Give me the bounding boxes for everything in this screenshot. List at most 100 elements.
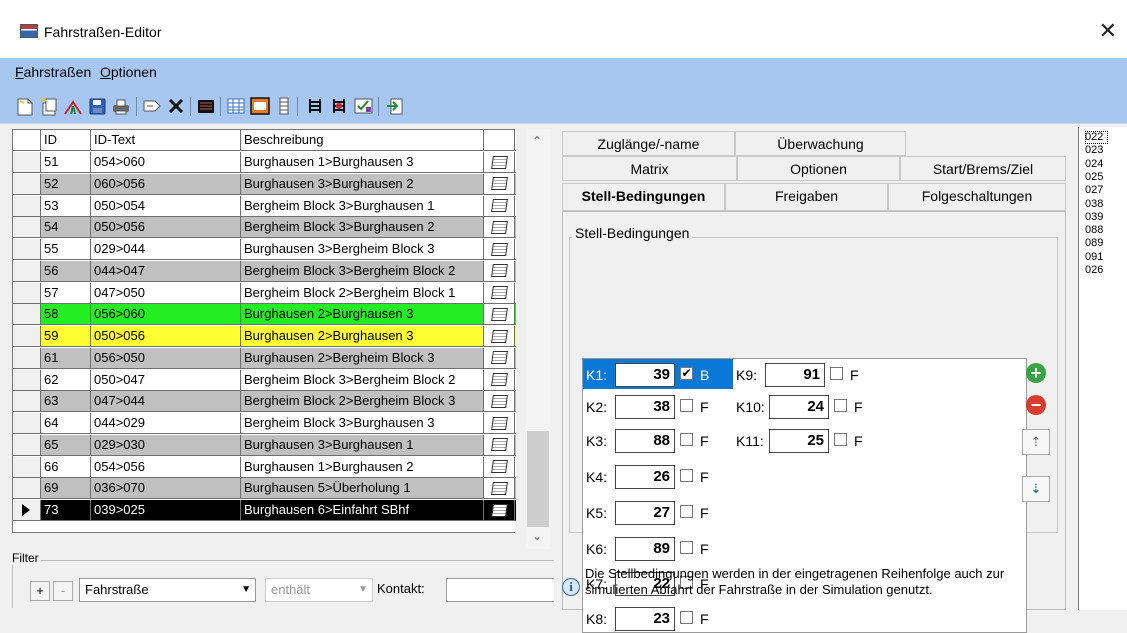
condition-checkbox[interactable]: [680, 611, 693, 624]
table-row[interactable]: 65 029>030 Burghausen 3>Burghausen 1: [13, 434, 516, 456]
condition-checkbox[interactable]: [680, 433, 693, 446]
contact-list-item[interactable]: 091: [1085, 251, 1103, 264]
edit-document-icon[interactable]: [490, 373, 508, 386]
tab-start-brems-ziel[interactable]: Start/Brems/Ziel: [900, 156, 1066, 181]
edit-tag-icon[interactable]: [142, 96, 162, 116]
tab-stell-bedingungen[interactable]: Stell-Bedingungen: [562, 183, 725, 211]
scroll-thumb[interactable]: [527, 431, 549, 527]
single-column-icon[interactable]: [274, 96, 294, 116]
signal-icon[interactable]: [305, 96, 325, 116]
condition-checkbox[interactable]: [680, 399, 693, 412]
condition-checkbox[interactable]: ✔: [680, 367, 693, 380]
contact-list[interactable]: 022 023 024 025 027 038 039 088 089 091 026: [1078, 127, 1127, 610]
route-icon[interactable]: [63, 96, 83, 116]
condition-item[interactable]: K4: 26 F: [583, 461, 733, 491]
menu-fahrstrassen[interactable]: Fahrstraßen: [15, 64, 91, 80]
filter-field-select[interactable]: Fahrstraße ▼: [79, 578, 256, 602]
condition-contact-field[interactable]: 26: [615, 465, 675, 489]
condition-item[interactable]: K10: 24 F: [733, 391, 883, 421]
edit-document-icon[interactable]: [490, 481, 508, 495]
edit-document-icon[interactable]: [490, 416, 508, 430]
table-row[interactable]: 69 036>070 Burghausen 5>Überholung 1: [13, 478, 516, 500]
condition-item[interactable]: K9: 91 F: [733, 359, 883, 389]
checklist-icon[interactable]: [353, 96, 373, 116]
tab-ueberwachung[interactable]: Überwachung: [735, 131, 906, 156]
table-row[interactable]: 53 050>054 Bergheim Block 3>Burghausen 1: [13, 195, 516, 217]
contact-list-item[interactable]: 089: [1085, 237, 1103, 250]
edit-document-icon[interactable]: [490, 242, 508, 256]
table-row[interactable]: 54 050>056 Bergheim Block 3>Burghausen 2: [13, 217, 516, 239]
condition-checkbox[interactable]: [680, 469, 693, 482]
table-row[interactable]: 55 029>044 Burghausen 3>Bergheim Block 3: [13, 239, 516, 260]
contact-list-item[interactable]: 088: [1085, 224, 1103, 237]
delete-icon[interactable]: [166, 96, 186, 116]
contact-list-item[interactable]: 025: [1085, 171, 1103, 184]
move-down-button[interactable]: ⇣: [1022, 476, 1050, 502]
table-row[interactable]: 57 047>050 Bergheim Block 2>Bergheim Block…: [13, 282, 516, 304]
condition-item[interactable]: K2: 38 F: [583, 391, 733, 421]
contact-list-item[interactable]: 039: [1085, 211, 1103, 224]
table-row[interactable]: 52 060>056 Burghausen 3>Burghausen 2: [13, 173, 516, 195]
grid-scrollbar[interactable]: ⌃ ⌄: [526, 129, 550, 549]
table-row[interactable]: 73 039>025 Burghausen 6>Einfahrt SBhf: [13, 500, 516, 521]
edit-document-icon[interactable]: [490, 199, 508, 212]
table-row[interactable]: 64 044>029 Bergheim Block 3>Burghausen 3: [13, 413, 516, 434]
condition-contact-field[interactable]: 38: [615, 395, 675, 419]
edit-document-icon[interactable]: [490, 155, 508, 169]
edit-document-icon[interactable]: [490, 503, 508, 517]
detail-icon[interactable]: [250, 96, 270, 116]
condition-item[interactable]: K6: 89 F: [583, 533, 733, 563]
condition-contact-field[interactable]: 24: [769, 395, 829, 419]
tab-matrix[interactable]: Matrix: [562, 156, 737, 181]
move-up-button[interactable]: ⇡: [1022, 429, 1050, 455]
condition-checkbox[interactable]: [834, 433, 847, 446]
tab-folgeschaltungen[interactable]: Folgeschaltungen: [888, 183, 1066, 211]
table-row[interactable]: 62 050>047 Bergheim Block 3>Bergheim Block…: [13, 369, 516, 391]
edit-document-icon[interactable]: [490, 220, 508, 234]
table-row[interactable]: 61 056>050 Burghausen 2>Bergheim Block 3: [13, 347, 516, 369]
table-icon[interactable]: [226, 96, 246, 116]
condition-checkbox[interactable]: [680, 505, 693, 518]
add-filter-button[interactable]: +: [30, 581, 50, 601]
edit-document-icon[interactable]: [490, 307, 508, 321]
print-icon[interactable]: [111, 96, 131, 116]
contact-list-item[interactable]: 023: [1085, 144, 1103, 157]
condition-contact-field[interactable]: 27: [615, 501, 675, 525]
header-description[interactable]: Beschreibung: [241, 130, 484, 150]
condition-item[interactable]: K5: 27 F: [583, 497, 733, 527]
edit-document-icon[interactable]: [490, 351, 508, 365]
contact-list-item[interactable]: 027: [1085, 184, 1103, 197]
condition-contact-field[interactable]: 89: [615, 537, 675, 561]
tab-zuglaenge[interactable]: Zuglänge/-name: [562, 131, 735, 156]
edit-document-icon[interactable]: [490, 394, 508, 408]
table-row[interactable]: 51 054>060 Burghausen 1>Burghausen 3: [13, 152, 516, 173]
save-icon[interactable]: [87, 96, 107, 116]
scroll-down-arrow-icon[interactable]: ⌄: [532, 529, 542, 543]
remove-filter-button[interactable]: -: [53, 581, 73, 601]
condition-item[interactable]: K3: 88 F: [583, 425, 733, 455]
tab-freigaben[interactable]: Freigaben: [725, 183, 888, 211]
condition-item[interactable]: K11: 25 F: [733, 425, 883, 455]
condition-item[interactable]: K1: 39 ✔ B: [583, 359, 733, 389]
filter-operator-select[interactable]: enthält ▼: [265, 578, 373, 602]
header-id[interactable]: ID: [41, 130, 91, 150]
table-row[interactable]: 66 054>056 Burghausen 1>Burghausen 2: [13, 456, 516, 478]
contact-list-item[interactable]: 026: [1085, 264, 1103, 277]
list-view-icon[interactable]: [196, 96, 216, 116]
condition-checkbox[interactable]: [834, 399, 847, 412]
table-row[interactable]: 58 056>060 Burghausen 2>Burghausen 3: [13, 304, 516, 326]
tab-optionen[interactable]: Optionen: [737, 156, 900, 181]
menu-optionen[interactable]: Optionen: [100, 64, 157, 80]
edit-document-icon[interactable]: [490, 286, 508, 299]
remove-condition-button[interactable]: −: [1022, 392, 1050, 418]
condition-contact-field[interactable]: 91: [765, 363, 825, 387]
add-condition-button[interactable]: +: [1022, 360, 1050, 386]
contact-list-item[interactable]: 024: [1085, 158, 1103, 171]
edit-document-icon[interactable]: [490, 438, 508, 452]
new-file-icon[interactable]: [15, 96, 35, 116]
edit-document-icon[interactable]: [490, 460, 508, 473]
copy-icon[interactable]: [39, 96, 59, 116]
scroll-up-arrow-icon[interactable]: ⌃: [532, 134, 542, 148]
edit-document-icon[interactable]: [490, 264, 508, 278]
edit-document-icon[interactable]: [490, 177, 508, 191]
